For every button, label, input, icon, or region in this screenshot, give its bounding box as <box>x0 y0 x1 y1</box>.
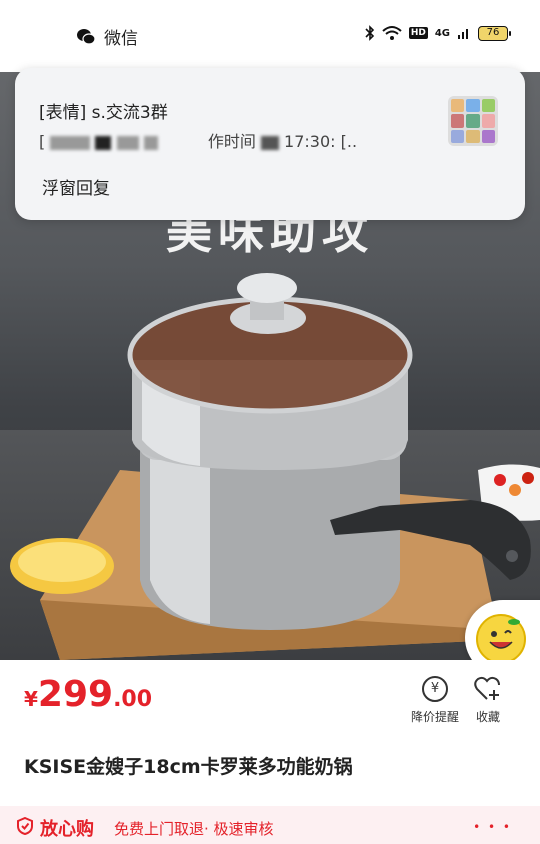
preview-time: 17:30: <box>284 132 336 151</box>
wechat-icon <box>77 28 96 45</box>
price-currency: ¥ <box>24 687 38 711</box>
float-reply-button[interactable]: 浮窗回复 <box>42 174 110 199</box>
price: ¥299.00 <box>24 674 152 715</box>
price-alert-label: 降价提醒 <box>410 710 459 724</box>
heart-plus-icon <box>474 676 500 700</box>
smiley-face-drawing <box>489 619 520 649</box>
hd-badge: HD <box>408 27 428 39</box>
preview-suffix: [.. <box>340 132 358 151</box>
group-avatar <box>448 96 498 146</box>
assurance-label: 放心购 <box>40 819 94 840</box>
status-app-name: 微信 <box>104 29 138 49</box>
price-alert-button[interactable]: ¥ 降价提醒 <box>405 676 465 725</box>
redacted-text <box>50 135 91 150</box>
redacted-text <box>116 135 139 150</box>
yen-bell-icon: ¥ <box>422 676 448 702</box>
assurance-description: 免费上门取退· 极速审核 <box>114 820 274 838</box>
status-right: HD 4G 76 <box>365 25 511 41</box>
battery-level: 76 <box>486 26 500 38</box>
redacted-text <box>95 135 112 150</box>
shield-icon <box>16 816 34 836</box>
more-dots-icon[interactable]: • • • <box>473 820 512 834</box>
price-row: ¥299.00 ¥ 降价提醒 收藏 <box>0 660 540 738</box>
bluetooth-icon <box>365 25 374 41</box>
status-bar: 微信 HD 4G 76 <box>0 0 540 72</box>
product-title: KSISE金嫂子18cm卡罗莱多功能奶锅 <box>24 756 353 778</box>
network-indicator: 4G <box>435 28 450 39</box>
notification-title: [表情] s.交流3群 <box>39 103 168 123</box>
redacted-text <box>260 135 279 150</box>
wifi-icon <box>382 26 402 40</box>
status-left: 微信 <box>76 24 138 49</box>
redacted-text <box>143 135 158 150</box>
notification-preview: [ 作时间 17:30: [.. <box>39 128 357 152</box>
network-label: 4G <box>434 27 450 39</box>
preview-middle: 作时间 <box>207 132 256 151</box>
preview-prefix: [ <box>39 132 46 151</box>
wechat-notification[interactable]: [表情] s.交流3群 [ 作时间 17:30: [.. 浮窗回复 <box>15 68 525 220</box>
price-integer: 299 <box>37 674 114 715</box>
battery-icon: 76 <box>478 25 511 41</box>
favorite-button[interactable]: 收藏 <box>458 676 518 725</box>
smiley-emoji-icon <box>476 614 526 664</box>
assurance-bar[interactable]: 放心购 免费上门取退· 极速审核 • • • <box>0 806 540 844</box>
signal-icon <box>458 29 468 39</box>
favorite-label: 收藏 <box>475 710 500 724</box>
shield-shape <box>17 816 33 836</box>
price-decimal: .00 <box>113 687 153 712</box>
